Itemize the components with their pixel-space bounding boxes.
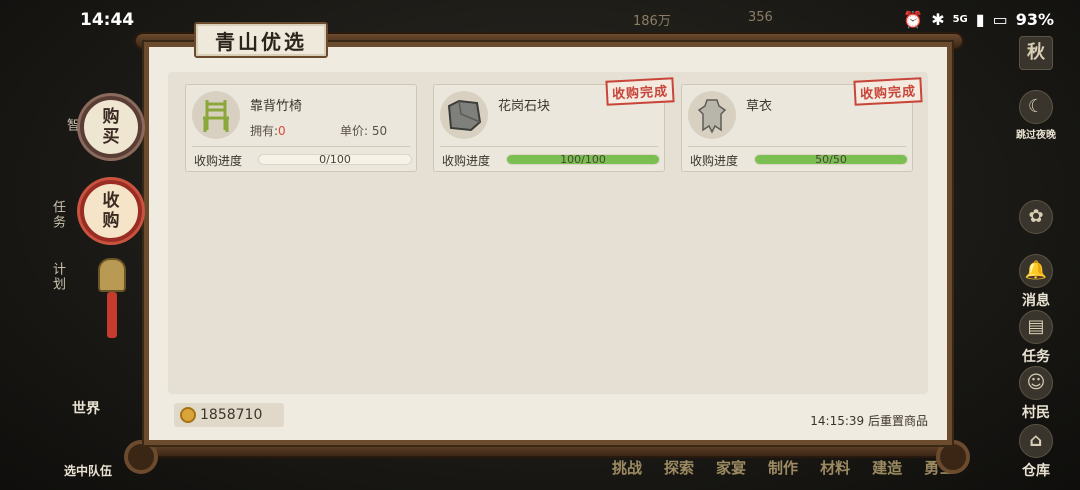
progress-label: 收购进度	[690, 154, 739, 168]
granite-stone-icon	[440, 91, 488, 139]
nav-explore[interactable]: 探索	[664, 457, 694, 478]
progress-bar: 50/50	[754, 154, 908, 165]
card-divider	[192, 146, 410, 147]
straw-cloak-icon	[688, 91, 736, 139]
bell-icon: 🔔	[1019, 254, 1053, 288]
villager-button[interactable]: ☺ 村民	[1010, 366, 1062, 422]
completed-stamp: 收购完成	[605, 77, 675, 106]
season-icon: 秋	[1019, 36, 1053, 70]
bluetooth-icon: ✱	[931, 10, 945, 29]
nav-build[interactable]: 建造	[872, 457, 902, 478]
network-label: 5G	[952, 14, 968, 25]
flower-icon: ✿	[1019, 200, 1053, 234]
card-divider	[440, 146, 658, 147]
nav-challenge[interactable]: 挑战	[612, 457, 642, 478]
task-button[interactable]: ▤ 任务	[1010, 310, 1062, 366]
warehouse-button[interactable]: ⌂ 仓库	[1010, 424, 1062, 480]
completed-stamp: 收购完成	[853, 77, 923, 106]
signal-icon: ▮	[975, 10, 985, 29]
side-label-tasks[interactable]: 任务	[48, 200, 67, 230]
coin-amount: 1858710	[200, 407, 263, 423]
nav-feast[interactable]: 家宴	[716, 457, 746, 478]
coin-resource: 186万	[633, 14, 671, 29]
progress-text: 0/100	[319, 154, 351, 165]
team-select-button[interactable]: 选中队伍	[64, 462, 112, 479]
own-label: 拥有:	[250, 124, 279, 138]
moon-icon: ☾	[1019, 90, 1053, 124]
item-name: 花岗石块	[498, 99, 551, 114]
purchase-card-bamboo-chair[interactable]: 靠背竹椅 拥有:0 单价: 50 收购进度 0/100	[185, 84, 417, 172]
progress-bar: 100/100	[506, 154, 660, 165]
side-label-zhi: 智	[64, 118, 79, 133]
bottom-nav: 挑战 探索 家宴 制作 材料 建造 勇士	[612, 457, 954, 478]
reset-timer: 14:15:39 后重置商品	[810, 414, 928, 428]
status-icons: ⏰ ✱ 5G ▮ ▭ 93%	[903, 10, 1054, 29]
villager-icon: ☺	[1019, 366, 1053, 400]
battery-icon: ▭	[992, 10, 1008, 29]
buy-tab-label: 购买	[102, 107, 120, 147]
card-divider	[688, 146, 906, 147]
buy-tab[interactable]: 购买	[80, 96, 142, 158]
nav-materials[interactable]: 材料	[820, 457, 850, 478]
price-label: 单价:	[340, 124, 369, 138]
skip-night-button[interactable]: ☾ 跳过夜晚	[1010, 90, 1062, 141]
message-label: 消息	[1022, 293, 1050, 309]
purchase-card-granite-stone[interactable]: 花岗石块 收购完成 收购进度 100/100	[433, 77, 675, 172]
flower-button[interactable]: ✿	[1010, 200, 1062, 236]
villager-label: 村民	[1022, 405, 1050, 421]
warehouse-icon: ⌂	[1019, 424, 1053, 458]
season-indicator: 秋	[1010, 36, 1062, 72]
coin-icon	[180, 407, 196, 423]
progress-text: 50/50	[815, 154, 847, 165]
wheel-left	[124, 440, 158, 474]
price-value: 50	[371, 124, 388, 138]
scroll-icon: ▤	[1019, 310, 1053, 344]
nav-craft[interactable]: 制作	[768, 457, 798, 478]
side-label-plan[interactable]: 计划	[48, 262, 67, 292]
task-label: 任务	[1022, 349, 1050, 365]
own-value: 0	[278, 124, 286, 138]
warehouse-label: 仓库	[1022, 463, 1050, 479]
coin-balance: 1858710	[174, 403, 284, 427]
other-resource: 356	[748, 10, 773, 25]
message-button[interactable]: 🔔 消息	[1010, 254, 1062, 310]
bamboo-chair-icon	[192, 91, 240, 139]
battery-percent: 93%	[1015, 10, 1054, 29]
item-name: 草衣	[746, 99, 773, 114]
tassel-ornament	[107, 292, 117, 338]
progress-text: 100/100	[560, 154, 606, 165]
game-screen: 14:44 186万 356 ⏰ ✱ 5G ▮ ▭ 93% 智 任务 计划 世界…	[0, 0, 1080, 490]
bell-ornament	[98, 258, 126, 292]
purchase-tab[interactable]: 收购	[80, 180, 142, 242]
alarm-icon: ⏰	[903, 10, 924, 29]
own-count: 拥有:0	[250, 122, 286, 139]
wheel-right	[936, 440, 970, 474]
item-name: 靠背竹椅	[250, 99, 303, 114]
progress-bar: 0/100	[258, 154, 412, 165]
shop-title: 青山优选	[194, 22, 328, 58]
progress-label: 收购进度	[442, 154, 491, 168]
skip-night-label: 跳过夜晚	[1016, 130, 1056, 141]
purchase-card-straw-cloak[interactable]: 草衣 收购完成 收购进度 50/50	[681, 77, 923, 172]
status-time: 14:44	[80, 10, 135, 30]
world-button[interactable]: 世界	[72, 398, 100, 418]
purchase-tab-label: 收购	[102, 191, 120, 231]
unit-price: 单价: 50	[340, 122, 387, 139]
progress-label: 收购进度	[194, 154, 243, 168]
